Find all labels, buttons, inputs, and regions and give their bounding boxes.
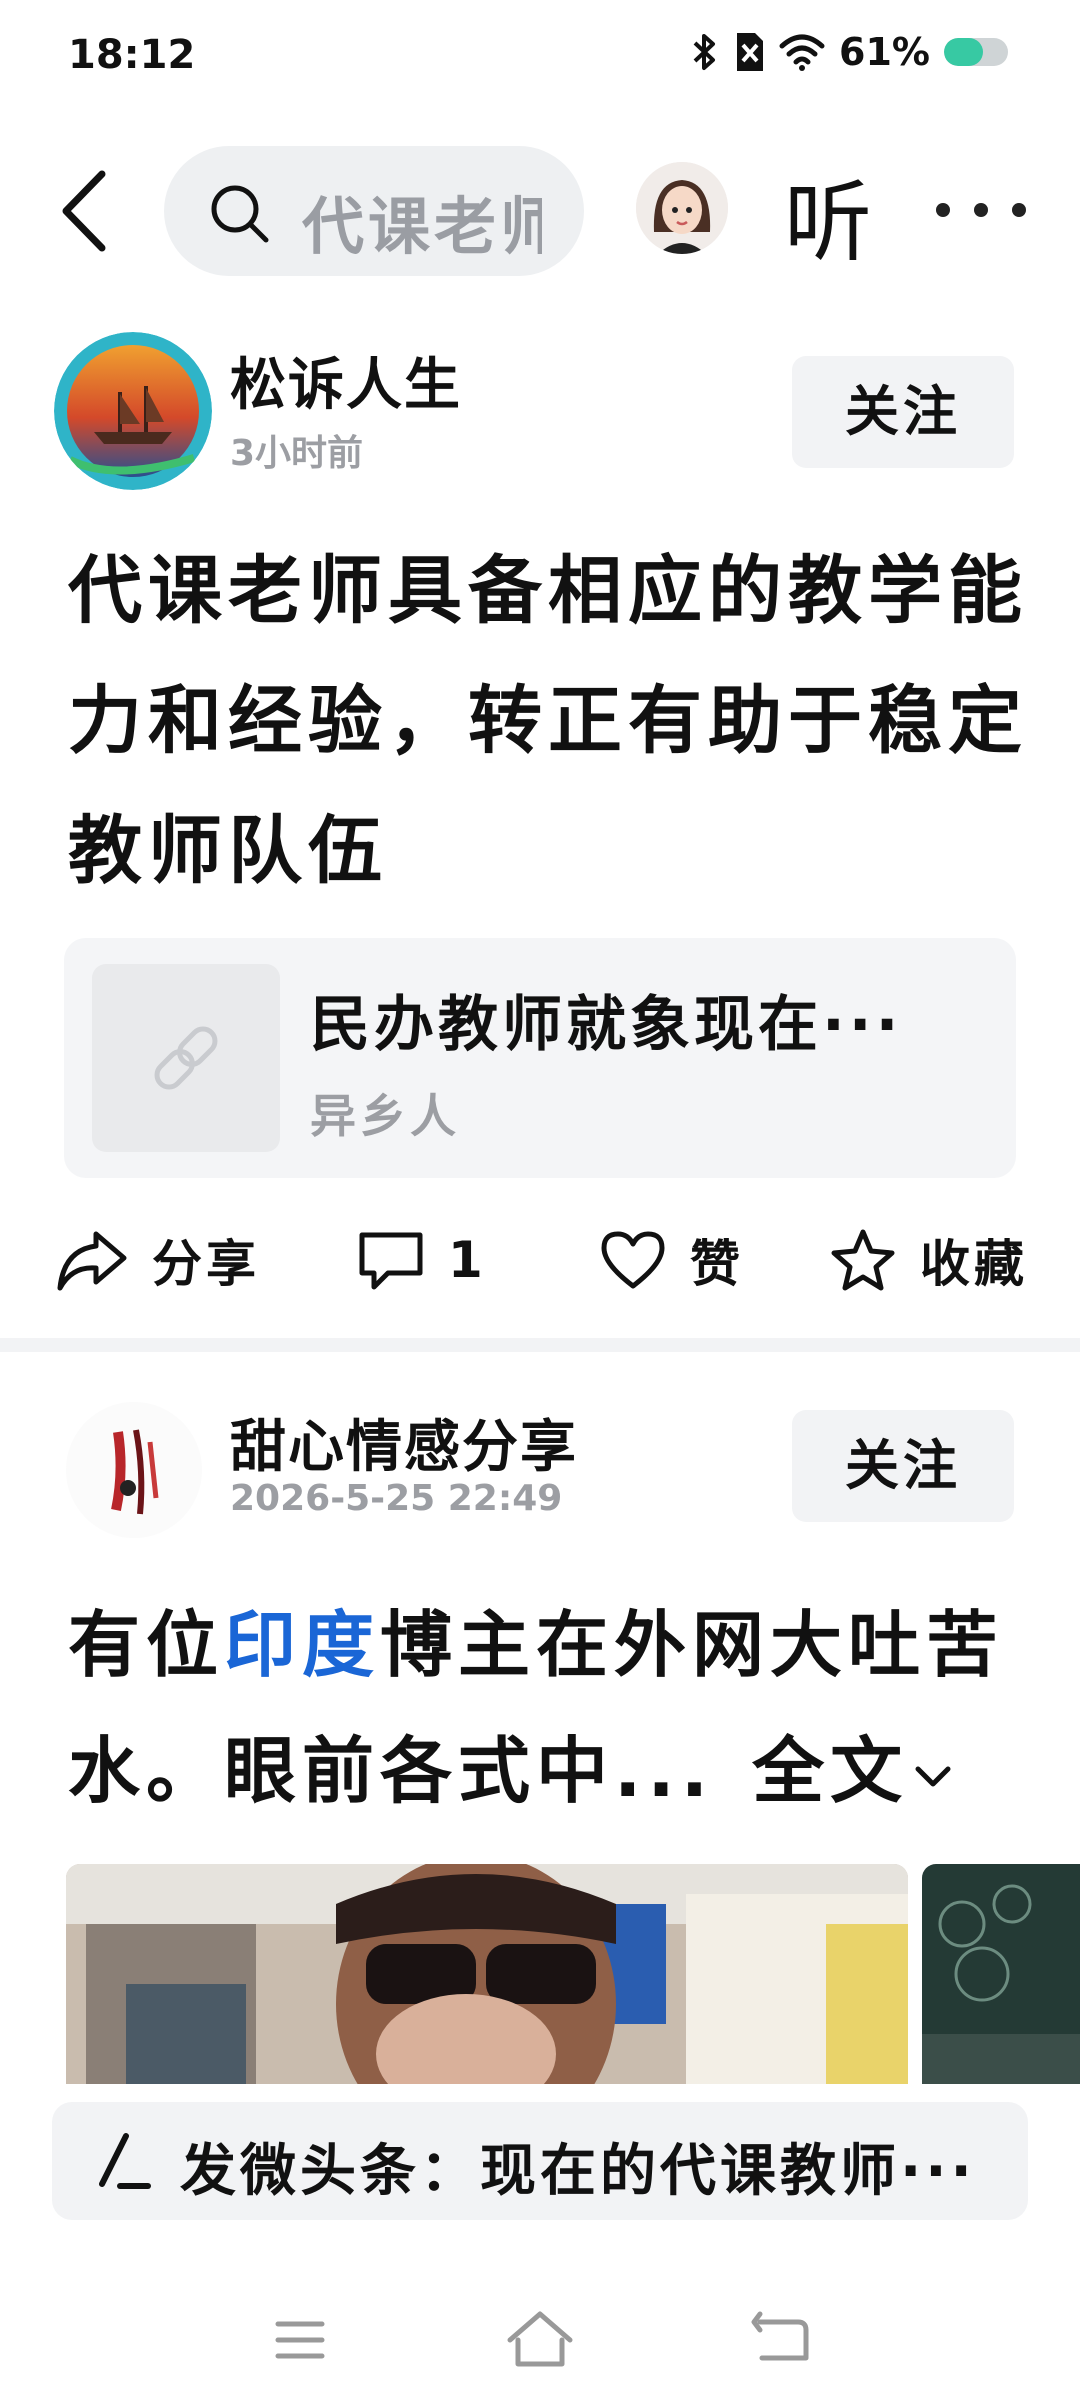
post-title-line: 代课老师具备相应的教学能 (68, 548, 1028, 634)
comment-button[interactable]: 1 (358, 1210, 487, 1310)
follow-button[interactable]: 关注 (792, 356, 1014, 468)
star-icon (831, 1229, 895, 1291)
back-nav-icon[interactable] (740, 2300, 820, 2380)
author-avatar[interactable] (54, 332, 212, 490)
post-text: 有位 (68, 1603, 225, 1687)
post-content-line: 水。眼前各式中... 全文 (68, 1708, 1028, 1834)
favorite-button[interactable]: 收藏 (830, 1210, 1028, 1310)
top-nav: 代课老师 听 (0, 140, 1080, 280)
link-title: 民办教师就象现在··· (310, 990, 903, 1060)
pen-icon (99, 2133, 151, 2189)
compose-bar[interactable]: 发微头条：现在的代课教师··· (52, 2102, 1028, 2220)
post-title-line: 力和经验，转正有助于稳定 (68, 678, 1028, 764)
like-button[interactable]: 赞 (600, 1210, 744, 1310)
battery-percent: 61% (839, 30, 930, 74)
link-source: 异乡人 (310, 1089, 460, 1143)
share-label: 分享 (152, 1235, 260, 1293)
post-title[interactable]: 代课老师具备相应的教学能 力和经验，转正有助于稳定 教师队伍 (68, 526, 1028, 916)
post-actions: 分享 1 赞 收藏 (0, 1210, 1080, 1310)
topic-link[interactable]: 印度 (224, 1603, 380, 1687)
post-title-line: 教师队伍 (68, 808, 388, 894)
battery-fill (944, 38, 984, 66)
post-image-photo (66, 1864, 908, 2084)
link-card[interactable]: 民办教师就象现在··· 异乡人 (64, 938, 1016, 1178)
link-icon (154, 1026, 218, 1090)
menu-icon[interactable] (260, 2300, 340, 2380)
bluetooth-icon (693, 34, 716, 70)
search-box[interactable]: 代课老师 (164, 146, 584, 276)
post-image[interactable] (66, 1864, 908, 2084)
follow-button[interactable]: 关注 (792, 1410, 1014, 1522)
post-time: 2026-5-25 22:49 (230, 1478, 563, 1519)
avatar-illustration (636, 162, 728, 254)
chevron-down-icon[interactable] (912, 1755, 954, 1797)
comment-count: 1 (448, 1231, 487, 1289)
post-time: 3小时前 (230, 433, 364, 474)
post-content-line: 有位印度博主在外网大吐苦 (68, 1582, 1028, 1708)
post-content[interactable]: 有位印度博主在外网大吐苦 水。眼前各式中... 全文 (68, 1582, 1028, 1834)
listen-button[interactable]: 听 (784, 152, 872, 279)
comment-icon (359, 1232, 423, 1290)
battery-icon (944, 38, 1008, 66)
more-icon[interactable] (936, 170, 1026, 250)
post-text: 博主在外网大吐苦 (380, 1603, 1005, 1687)
no-sim-icon (737, 33, 764, 71)
more-dot (974, 203, 988, 217)
feed-divider (0, 1338, 1080, 1352)
like-label: 赞 (690, 1235, 744, 1293)
more-dot (936, 203, 950, 217)
post-text: 水。眼前各式中... (68, 1729, 715, 1813)
share-button[interactable]: 分享 (56, 1210, 260, 1310)
more-dot (1012, 203, 1026, 217)
author-name[interactable]: 松诉人生 (230, 340, 462, 421)
favorite-label: 收藏 (920, 1235, 1028, 1293)
link-thumbnail (92, 964, 280, 1152)
post-image[interactable] (922, 1864, 1080, 2084)
full-text-button[interactable]: 全文 (752, 1729, 908, 1813)
author-avatar-image (66, 1402, 202, 1538)
status-bar: 18:12 61% (0, 0, 1080, 110)
back-icon (62, 170, 106, 252)
author-name[interactable]: 甜心情感分享 (230, 1402, 578, 1483)
status-time: 18:12 (68, 32, 196, 78)
search-query: 代课老师 (302, 190, 542, 263)
post-image-photo (922, 1864, 1080, 2084)
back-button[interactable] (56, 166, 116, 256)
author-avatar[interactable] (66, 1402, 202, 1538)
system-nav (0, 2300, 1080, 2400)
user-avatar[interactable] (636, 162, 728, 254)
compose-text: 发微头条：现在的代课教师··· (180, 2139, 976, 2204)
status-icons: 61% (689, 30, 1008, 74)
home-icon[interactable] (500, 2300, 580, 2380)
search-icon (211, 185, 269, 243)
author-avatar-image (54, 332, 212, 490)
share-icon (57, 1231, 127, 1291)
wifi-icon (779, 34, 825, 71)
heart-icon (601, 1231, 665, 1289)
